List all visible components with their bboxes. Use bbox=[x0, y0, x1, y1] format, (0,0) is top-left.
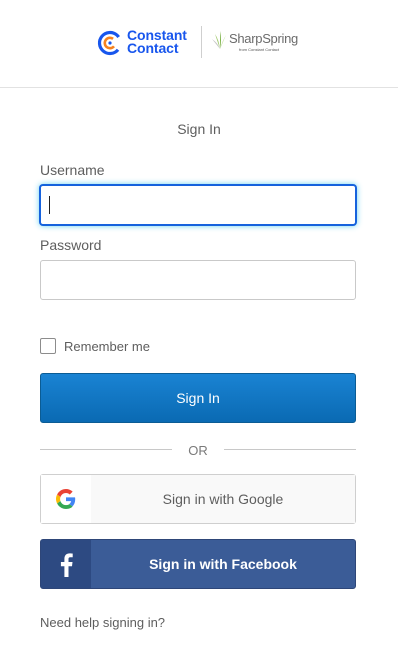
divider-or-text: OR bbox=[188, 443, 208, 458]
remember-me-label: Remember me bbox=[64, 338, 150, 354]
sharpspring-logo: SharpSpring from Constant Contact bbox=[211, 30, 311, 56]
sign-in-google-button[interactable]: Sign in with Google bbox=[40, 474, 356, 524]
divider-line-right bbox=[224, 449, 356, 450]
sign-in-button[interactable]: Sign In bbox=[40, 373, 356, 423]
remember-me-option[interactable]: Remember me bbox=[40, 337, 150, 355]
remember-me-checkbox[interactable] bbox=[40, 338, 56, 354]
google-icon-container bbox=[41, 475, 91, 523]
divider-line-left bbox=[40, 449, 172, 450]
constant-contact-wordmark: Constant Contact bbox=[127, 28, 187, 56]
sign-in-facebook-button[interactable]: Sign in with Facebook bbox=[40, 539, 356, 589]
google-g-icon bbox=[56, 489, 76, 509]
facebook-icon-container bbox=[41, 540, 91, 588]
facebook-f-icon bbox=[60, 553, 73, 577]
constant-contact-logo: Constant Contact bbox=[97, 28, 197, 58]
sharpspring-tagline: from Constant Contact bbox=[239, 47, 280, 52]
page-title: Sign In bbox=[177, 121, 221, 137]
username-field[interactable] bbox=[40, 185, 356, 225]
sharpspring-leaf-icon bbox=[212, 31, 226, 49]
constant-contact-mark-icon bbox=[97, 30, 123, 56]
username-label: Username bbox=[40, 162, 105, 178]
facebook-button-label: Sign in with Facebook bbox=[149, 556, 297, 572]
wordmark-line-2: Contact bbox=[127, 40, 179, 56]
text-caret bbox=[49, 196, 50, 214]
need-help-link[interactable]: Need help signing in? bbox=[40, 615, 165, 630]
sharpspring-wordmark: SharpSpring bbox=[229, 31, 298, 46]
brand-header: Constant Contact SharpSpring from Consta… bbox=[0, 0, 398, 88]
password-label: Password bbox=[40, 237, 102, 253]
logo-divider bbox=[201, 26, 202, 58]
google-button-label: Sign in with Google bbox=[91, 475, 355, 523]
password-field[interactable] bbox=[40, 260, 356, 300]
